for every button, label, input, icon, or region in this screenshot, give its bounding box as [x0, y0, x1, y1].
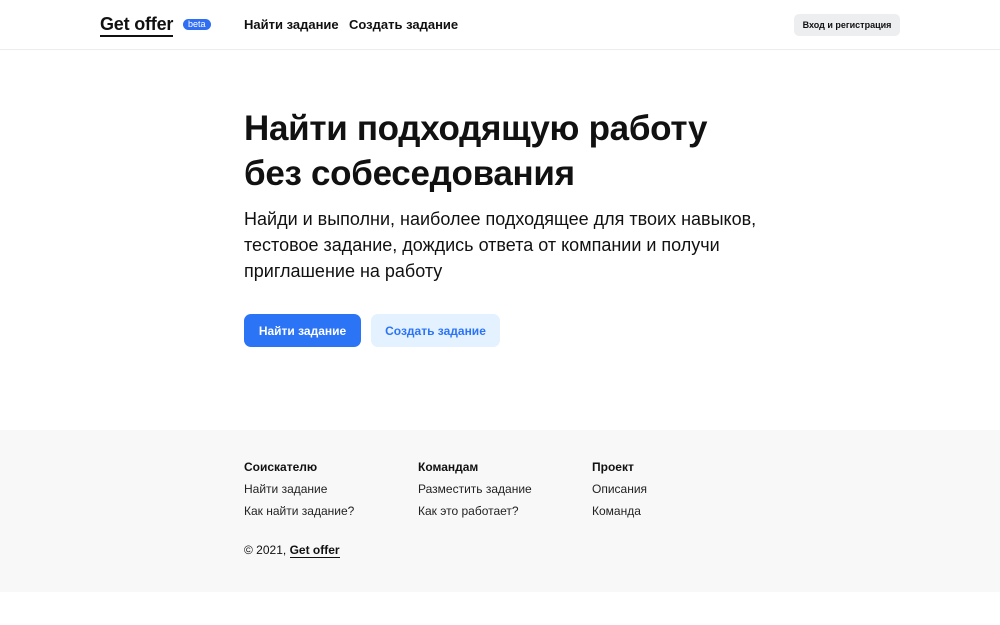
site-header: Get offer beta Найти задание Создать зад…: [0, 0, 1000, 50]
footer-link-descriptions[interactable]: Описания: [592, 482, 762, 496]
footer-link-how-it-works[interactable]: Как это работает?: [418, 504, 588, 518]
logo-link[interactable]: Get offer: [100, 14, 173, 37]
footer-link-find-task[interactable]: Найти задание: [244, 482, 414, 496]
copyright-text: © 2021,: [244, 543, 287, 557]
nav-create-task[interactable]: Создать задание: [349, 17, 458, 32]
hero-subtitle-line-1: Найди и выполни, наиболее подходящее для…: [244, 209, 757, 229]
footer-link-team[interactable]: Команда: [592, 504, 762, 518]
hero-subtitle: Найди и выполни, наиболее подходящее для…: [244, 206, 784, 284]
hero-subtitle-line-2: тестовое задание, дождись ответа от комп…: [244, 235, 720, 255]
site-footer: Соискателю Найти задание Как найти задан…: [0, 430, 1000, 592]
footer-heading-project: Проект: [592, 460, 634, 474]
hero-title: Найти подходящую работу без собеседовани…: [244, 106, 804, 196]
login-register-button[interactable]: Вход и регистрация: [794, 14, 900, 36]
footer-column-project: Проект Описания Команда: [592, 460, 762, 518]
footer-heading-teams: Командам: [418, 460, 479, 474]
beta-badge: beta: [183, 19, 211, 30]
footer-column-teams: Командам Разместить задание Как это рабо…: [418, 460, 588, 518]
hero-title-line-2: без собеседования: [244, 154, 575, 193]
footer-heading-seekers: Соискателю: [244, 460, 318, 474]
find-task-button[interactable]: Найти задание: [244, 314, 361, 347]
footer-link-post-task[interactable]: Разместить задание: [418, 482, 588, 496]
footer-link-how-to-find[interactable]: Как найти задание?: [244, 504, 414, 518]
hero-title-line-1: Найти подходящую работу: [244, 109, 708, 148]
copyright-link[interactable]: Get offer: [289, 543, 340, 558]
nav-find-task[interactable]: Найти задание: [244, 17, 339, 32]
hero-subtitle-line-3: приглашение на работу: [244, 261, 443, 281]
footer-column-seekers: Соискателю Найти задание Как найти задан…: [244, 460, 414, 518]
create-task-button[interactable]: Создать задание: [371, 314, 500, 347]
footer-copyright: © 2021, Get offer: [244, 543, 340, 558]
